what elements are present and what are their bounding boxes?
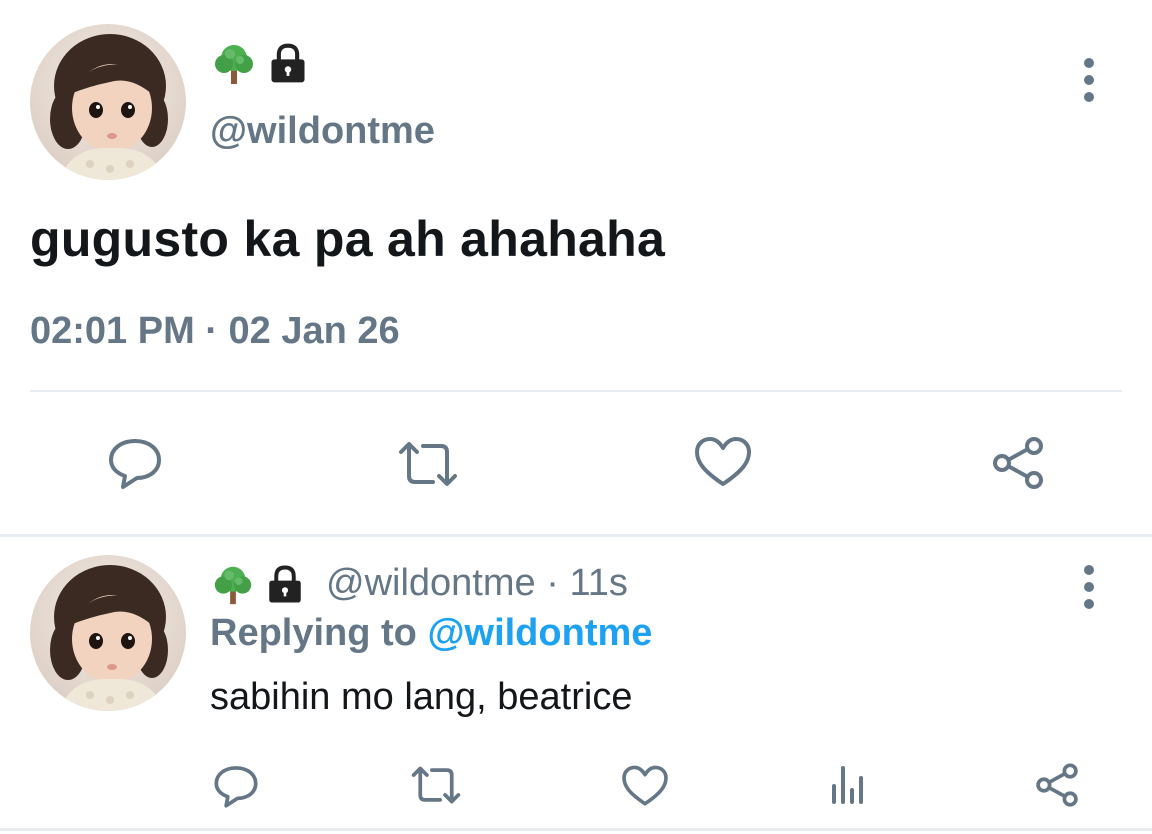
reply-icon xyxy=(214,766,258,808)
user-handle[interactable]: @wildontme xyxy=(326,562,536,604)
user-handle[interactable]: @wildontme xyxy=(210,110,435,153)
tweet-age: 11s xyxy=(569,562,628,604)
share-icon xyxy=(1036,763,1078,807)
retweet-button[interactable] xyxy=(392,436,464,492)
analytics-icon xyxy=(832,766,863,804)
retweet-icon xyxy=(399,442,457,486)
like-icon xyxy=(695,437,751,486)
tweet-text: gugusto ka pa ah ahahaha xyxy=(30,211,666,267)
analytics-button[interactable] xyxy=(826,760,870,808)
replying-to: Replying to @wildontme xyxy=(210,612,652,655)
section-divider xyxy=(0,534,1152,537)
avatar[interactable] xyxy=(30,555,186,711)
tweet-timestamp: 02:01 PM · 02 Jan 26 xyxy=(30,310,400,352)
retweet-icon xyxy=(411,766,461,804)
more-options-icon[interactable] xyxy=(1079,565,1099,609)
more-options-icon[interactable] xyxy=(1079,58,1099,102)
reply-button[interactable] xyxy=(208,760,264,812)
replying-to-handle[interactable]: @wildontme xyxy=(427,612,652,654)
display-name-emojis xyxy=(210,562,306,608)
reply-meta: @wildontme · 11s xyxy=(326,562,628,605)
like-icon xyxy=(622,765,668,806)
avatar[interactable] xyxy=(30,24,186,180)
lock-icon xyxy=(264,564,306,606)
reply-icon xyxy=(109,439,161,489)
display-name-emojis xyxy=(210,40,310,88)
tweet-text: sabihin mo lang, beatrice xyxy=(210,676,633,718)
replying-label: Replying to xyxy=(210,612,417,654)
like-button[interactable] xyxy=(690,432,756,492)
like-button[interactable] xyxy=(618,762,672,810)
tree-icon xyxy=(210,562,256,608)
share-button[interactable] xyxy=(986,434,1050,492)
reply-button[interactable] xyxy=(100,432,170,494)
tree-icon xyxy=(210,40,258,88)
share-icon xyxy=(993,437,1043,489)
retweet-button[interactable] xyxy=(406,762,466,808)
share-button[interactable] xyxy=(1030,760,1084,810)
lock-icon xyxy=(266,42,310,86)
section-divider xyxy=(0,828,1152,831)
separator: · xyxy=(546,562,559,604)
divider xyxy=(30,390,1122,392)
